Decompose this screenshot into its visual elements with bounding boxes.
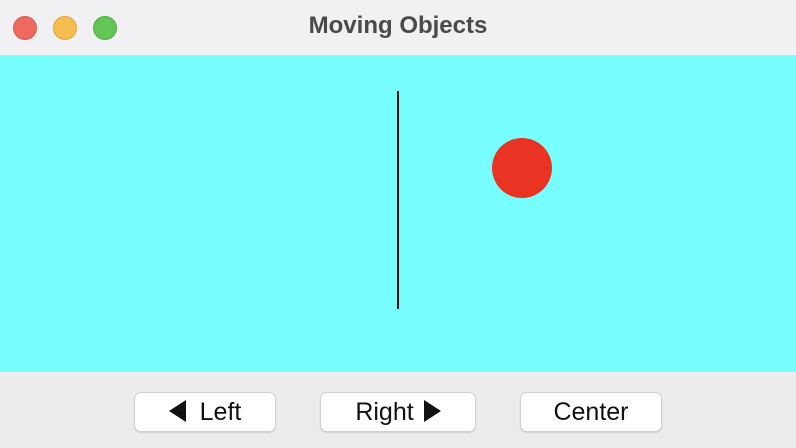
left-triangle-icon <box>168 400 186 423</box>
app-window: Moving Objects Left Right Center <box>0 0 796 448</box>
button-panel: Left Right Center <box>0 372 796 448</box>
move-left-label: Left <box>199 398 242 426</box>
drawing-canvas <box>0 56 796 372</box>
red-ball <box>492 138 552 198</box>
move-right-label: Right <box>355 398 414 426</box>
center-label: Center <box>553 398 629 426</box>
window-title: Moving Objects <box>308 12 488 39</box>
vertical-line <box>397 91 399 309</box>
title-bar[interactable]: Moving Objects <box>0 0 796 56</box>
center-button[interactable]: Center <box>520 392 662 432</box>
right-triangle-icon <box>423 400 441 423</box>
move-right-button[interactable]: Right <box>320 392 476 432</box>
move-left-button[interactable]: Left <box>134 392 276 432</box>
